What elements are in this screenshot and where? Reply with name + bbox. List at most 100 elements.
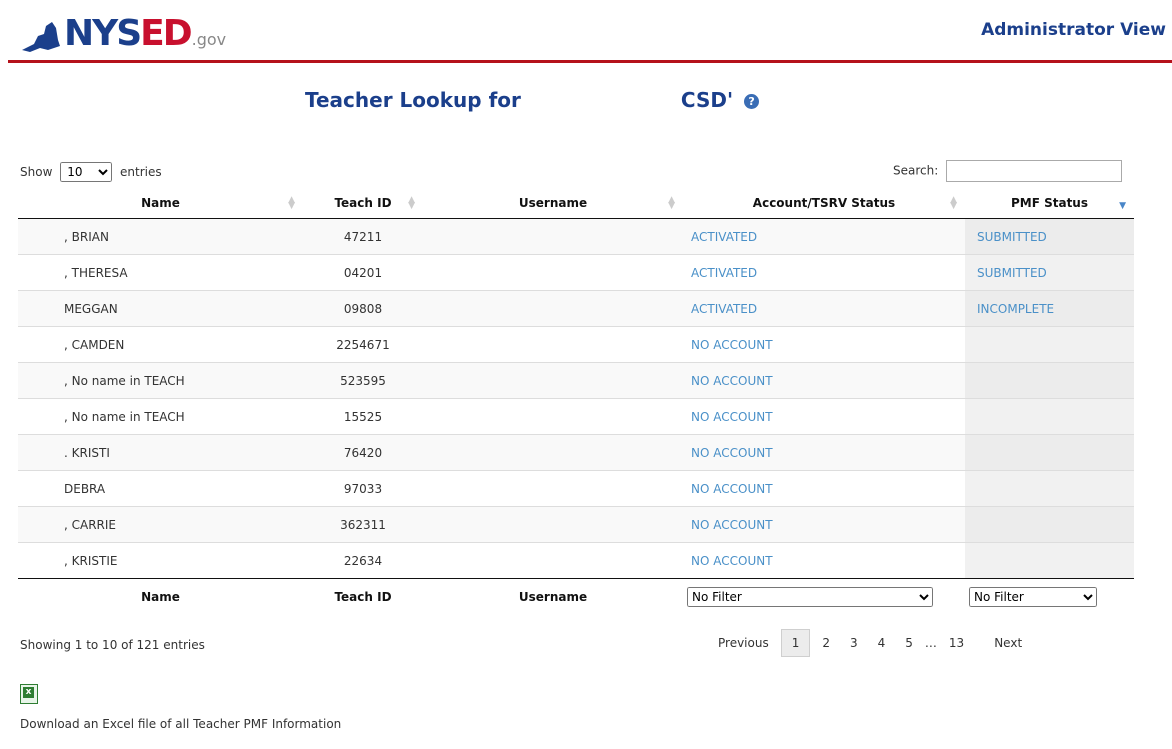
download-excel-link[interactable]: Download an Excel file of all Teacher PM… (20, 717, 341, 731)
pmf-status (965, 506, 1134, 543)
column-header-status[interactable]: Account/TSRV Status ▲ ▼ (683, 188, 965, 219)
pagination-page-3[interactable]: 3 (840, 630, 868, 656)
teach-id: 04201 (303, 254, 423, 291)
pmf-status (965, 326, 1134, 363)
search-box: Search: (893, 160, 1123, 182)
pagination-page-2[interactable]: 2 (812, 630, 840, 656)
teach-id: 97033 (303, 470, 423, 507)
nysed-logo[interactable]: NYS ED .gov (20, 8, 226, 54)
pmf-status (965, 470, 1134, 507)
teacher-table: Name ▲ ▼ Teach ID ▲ ▼ Username ▲ ▼ Account/TSR… (18, 188, 1134, 615)
show-label: Show (20, 165, 53, 179)
username (423, 290, 683, 327)
account-status[interactable]: NO ACCOUNT (683, 434, 965, 471)
pmf-filter-select[interactable]: No Filter (969, 587, 1097, 607)
teach-id: 523595 (303, 362, 423, 399)
username (423, 542, 683, 579)
footer-status-filter: No Filter (683, 578, 965, 615)
account-status[interactable]: NO ACCOUNT (683, 542, 965, 579)
footer-name: Name (18, 578, 303, 615)
pmf-status[interactable]: SUBMITTED (965, 218, 1134, 255)
pagination-page-5[interactable]: 5 (895, 630, 923, 656)
username (423, 362, 683, 399)
status-filter-select[interactable]: No Filter (687, 587, 933, 607)
page-title: Teacher Lookup for CSD' ? (305, 88, 760, 112)
teacher-name: . KRISTI (18, 434, 303, 471)
teach-id: 2254671 (303, 326, 423, 363)
help-icon[interactable]: ? (744, 94, 760, 109)
username (423, 434, 683, 471)
table-row: . KRISTI 76420 NO ACCOUNT (18, 434, 1134, 471)
account-status[interactable]: NO ACCOUNT (683, 326, 965, 363)
table-row: , No name in TEACH 15525 NO ACCOUNT (18, 398, 1134, 435)
account-status[interactable]: NO ACCOUNT (683, 398, 965, 435)
account-status[interactable]: NO ACCOUNT (683, 470, 965, 507)
footer-username: Username (423, 578, 683, 615)
pagination-page-1[interactable]: 1 (780, 629, 811, 657)
teacher-name: , THERESA (18, 254, 303, 291)
teacher-name: MEGGAN (18, 290, 303, 327)
account-status[interactable]: ACTIVATED (683, 218, 965, 255)
account-status[interactable]: NO ACCOUNT (683, 362, 965, 399)
table-row: , CARRIE 362311 NO ACCOUNT (18, 506, 1134, 543)
account-status[interactable]: NO ACCOUNT (683, 506, 965, 543)
pmf-status (965, 542, 1134, 579)
pmf-status (965, 362, 1134, 399)
pmf-status (965, 434, 1134, 471)
account-status[interactable]: ACTIVATED (683, 254, 965, 291)
entries-label: entries (120, 165, 162, 179)
teacher-name: , No name in TEACH (18, 362, 303, 399)
column-header-name[interactable]: Name ▲ ▼ (18, 188, 303, 219)
pagination: Previous 1 2 3 4 5 … 13 Next (708, 628, 1032, 658)
column-header-teach-id[interactable]: Teach ID ▲ ▼ (303, 188, 423, 219)
search-input[interactable] (946, 160, 1123, 182)
account-status[interactable]: ACTIVATED (683, 290, 965, 327)
logo-ed-text: ED (140, 13, 193, 54)
username (423, 506, 683, 543)
username (423, 218, 683, 255)
sort-desc-icon: ▼ (1119, 201, 1126, 211)
table-row: , BRIAN 47211 ACTIVATED SUBMITTED (18, 218, 1134, 255)
sort-icon: ▲ ▼ (408, 195, 415, 211)
pmf-status[interactable]: INCOMPLETE (965, 290, 1134, 327)
excel-icon[interactable]: x (20, 684, 38, 704)
table-row: , THERESA 04201 ACTIVATED SUBMITTED (18, 254, 1134, 291)
teach-id: 09808 (303, 290, 423, 327)
username (423, 470, 683, 507)
teach-id: 15525 (303, 398, 423, 435)
pagination-next[interactable]: Next (974, 630, 1032, 656)
view-label: Administrator View (981, 20, 1166, 40)
table-row: , KRISTIE 22634 NO ACCOUNT (18, 542, 1134, 579)
teach-id: 76420 (303, 434, 423, 471)
pagination-previous[interactable]: Previous (708, 630, 779, 656)
teacher-name: , CAMDEN (18, 326, 303, 363)
column-header-pmf[interactable]: PMF Status ▼ (965, 188, 1134, 219)
logo-gov-text: .gov (191, 30, 227, 49)
teacher-name: DEBRA (18, 470, 303, 507)
teacher-name: , CARRIE (18, 506, 303, 543)
sort-icon: ▲ ▼ (288, 195, 295, 211)
footer-teach-id: Teach ID (303, 578, 423, 615)
header: NYS ED .gov Administrator View (0, 0, 1172, 64)
username (423, 254, 683, 291)
username (423, 398, 683, 435)
show-entries: Show 10 entries (20, 162, 162, 182)
pmf-status[interactable]: SUBMITTED (965, 254, 1134, 291)
table-row: , No name in TEACH 523595 NO ACCOUNT (18, 362, 1134, 399)
footer-pmf-filter: No Filter (965, 578, 1134, 615)
pagination-ellipsis: … (924, 636, 937, 650)
teacher-name: , BRIAN (18, 218, 303, 255)
table-row: MEGGAN 09808 ACTIVATED INCOMPLETE (18, 290, 1134, 327)
sort-icon: ▲ ▼ (950, 195, 957, 211)
pagination-page-13[interactable]: 13 (939, 630, 974, 656)
pagination-page-4[interactable]: 4 (868, 630, 896, 656)
column-header-username[interactable]: Username ▲ ▼ (423, 188, 683, 219)
pmf-status (965, 398, 1134, 435)
username (423, 326, 683, 363)
teach-id: 22634 (303, 542, 423, 579)
table-row: , CAMDEN 2254671 NO ACCOUNT (18, 326, 1134, 363)
sort-icon: ▲ ▼ (668, 195, 675, 211)
header-divider (8, 60, 1172, 63)
page-size-select[interactable]: 10 (60, 162, 113, 182)
logo-nys-text: NYS (64, 13, 142, 54)
